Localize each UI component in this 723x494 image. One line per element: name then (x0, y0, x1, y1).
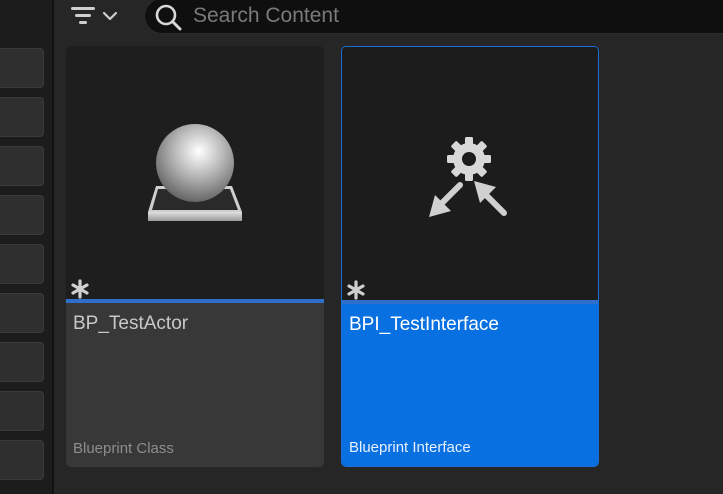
folder-tree-item[interactable] (0, 244, 44, 284)
folder-tree-item[interactable] (0, 146, 44, 186)
filter-icon (71, 7, 95, 24)
asset-thumbnail (342, 47, 598, 301)
asset-thumbnail (66, 46, 324, 300)
folder-tree-item[interactable] (0, 391, 44, 431)
modified-asterisk-icon (347, 280, 365, 300)
folder-tree-item[interactable] (0, 195, 44, 235)
blueprint-interface-gear-icon (429, 137, 507, 217)
search-box[interactable] (144, 0, 723, 34)
folder-tree-item[interactable] (0, 48, 44, 88)
folder-tree-item[interactable] (0, 440, 44, 480)
folder-tree-item[interactable] (0, 342, 44, 382)
search-input[interactable] (191, 0, 715, 32)
asset-tile-bpi-testinterface[interactable]: BPI_TestInterface Blueprint Interface (341, 46, 599, 467)
chevron-down-icon (102, 11, 118, 21)
search-icon (155, 4, 182, 31)
asset-name: BP_TestActor (73, 313, 189, 334)
asset-type-label: Blueprint Interface (349, 439, 471, 456)
blueprint-actor-sphere-icon (148, 124, 242, 221)
asset-info: BP_TestActor Blueprint Class (66, 303, 324, 467)
folder-tree-item[interactable] (0, 293, 44, 333)
asset-tile-bp-testactor[interactable]: BP_TestActor Blueprint Class (66, 46, 324, 467)
asset-name: BPI_TestInterface (349, 314, 499, 335)
content-browser-toolbar (54, 0, 723, 38)
filter-dropdown-button[interactable] (68, 3, 130, 29)
asset-type-label: Blueprint Class (73, 440, 174, 457)
asset-info: BPI_TestInterface Blueprint Interface (342, 304, 598, 466)
folder-tree-item[interactable] (0, 97, 44, 137)
folder-tree-panel (0, 0, 54, 494)
modified-asterisk-icon (71, 279, 89, 299)
